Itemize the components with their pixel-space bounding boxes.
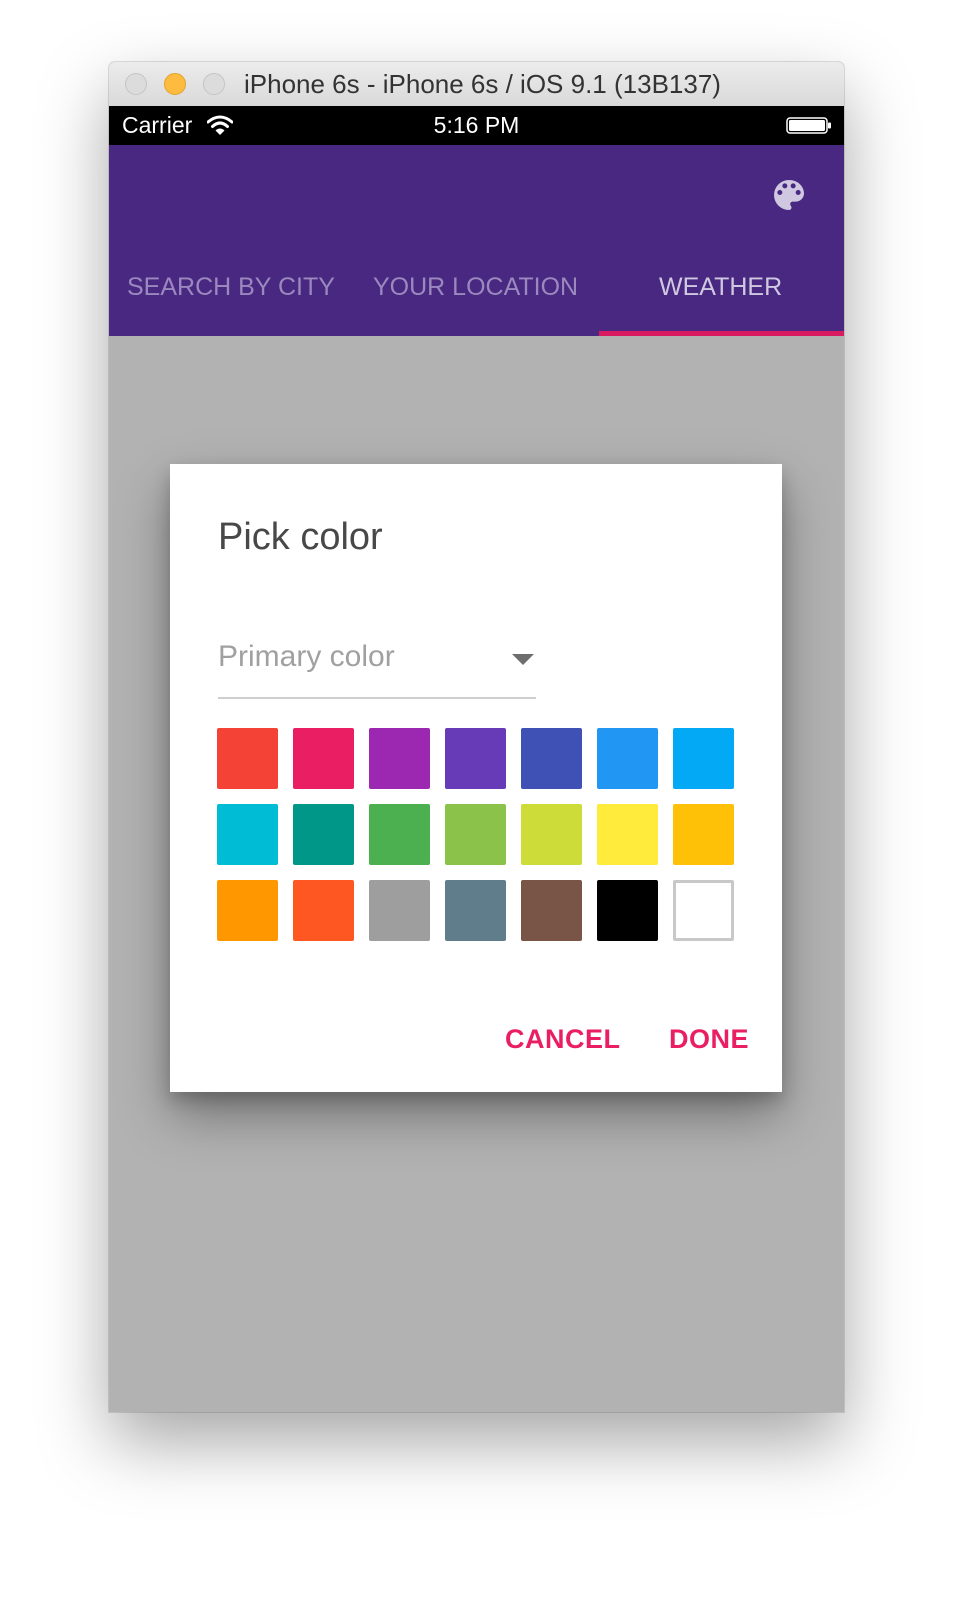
color-swatch[interactable] [369,804,430,865]
tab-weather[interactable]: WEATHER [659,273,782,302]
cancel-button[interactable]: CANCEL [505,1024,621,1055]
color-swatch[interactable] [445,804,506,865]
tab-your-location[interactable]: YOUR LOCATION [373,273,578,302]
done-button[interactable]: DONE [669,1024,749,1055]
palette-icon[interactable] [769,175,809,215]
tab-search-by-city[interactable]: SEARCH BY CITY [127,273,335,302]
battery-icon [786,117,831,134]
ios-status-bar: Carrier 5:16 PM [109,106,844,145]
color-swatch[interactable] [217,804,278,865]
color-type-select[interactable]: Primary color [218,640,395,674]
color-swatch[interactable] [597,728,658,789]
dialog-title: Pick color [218,516,383,558]
color-swatch[interactable] [217,880,278,941]
color-swatch[interactable] [445,728,506,789]
window-titlebar: iPhone 6s - iPhone 6s / iOS 9.1 (13B137) [109,62,844,107]
color-swatch[interactable] [597,880,658,941]
color-swatch[interactable] [597,804,658,865]
color-swatch[interactable] [293,728,354,789]
color-swatch[interactable] [673,880,734,941]
clock-label: 5:16 PM [433,112,520,138]
color-swatch[interactable] [445,880,506,941]
color-swatch[interactable] [521,728,582,789]
color-swatch[interactable] [293,804,354,865]
minimize-window-button[interactable] [164,73,186,95]
color-swatch-grid [217,728,734,941]
color-picker-dialog: Pick color Primary color CANCEL DONE [170,464,782,1092]
color-swatch[interactable] [293,880,354,941]
color-swatch[interactable] [217,728,278,789]
dropdown-arrow-icon[interactable] [512,654,534,665]
color-swatch[interactable] [521,880,582,941]
simulator-window: iPhone 6s - iPhone 6s / iOS 9.1 (13B137)… [109,62,844,1412]
zoom-window-button[interactable] [203,73,225,95]
color-swatch[interactable] [369,728,430,789]
close-window-button[interactable] [125,73,147,95]
select-underline [218,697,536,699]
app-bar: SEARCH BY CITY YOUR LOCATION WEATHER [109,145,844,336]
color-swatch[interactable] [369,880,430,941]
window-title: iPhone 6s - iPhone 6s / iOS 9.1 (13B137) [244,69,721,99]
color-swatch[interactable] [673,804,734,865]
color-swatch[interactable] [673,728,734,789]
color-swatch[interactable] [521,804,582,865]
